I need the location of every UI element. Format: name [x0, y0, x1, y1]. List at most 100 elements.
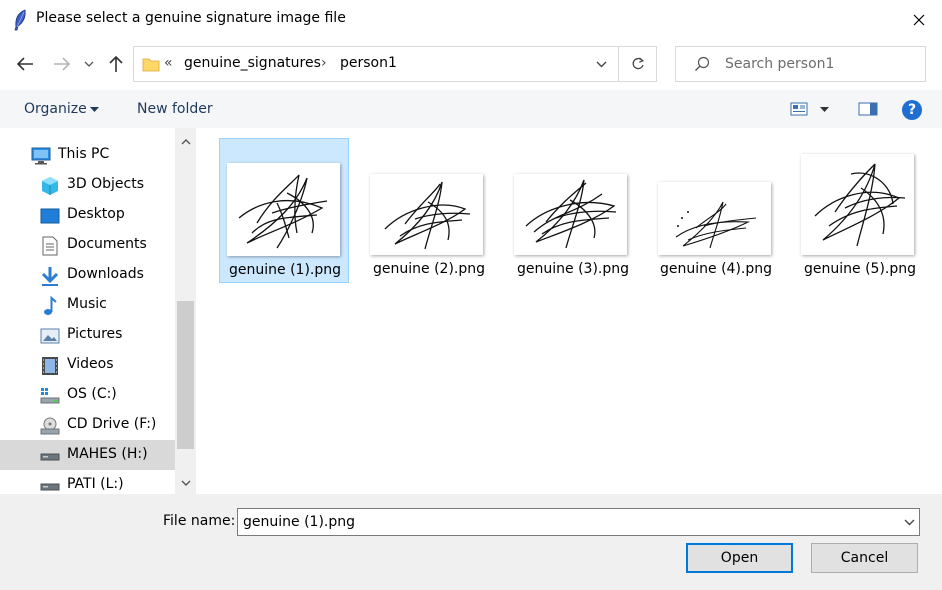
file-thumbnail	[227, 163, 340, 256]
help-button[interactable]: ?	[902, 100, 922, 120]
breadcrumb-person1[interactable]: person1	[340, 55, 397, 71]
back-arrow-icon	[16, 57, 33, 71]
sidebar-item-label: Downloads	[67, 266, 144, 282]
open-button[interactable]: Open	[686, 543, 793, 573]
sidebar-item-pati-drive[interactable]: PATI (L:)	[0, 470, 175, 494]
refresh-icon	[632, 57, 644, 70]
dropdown-arrow-icon	[90, 107, 99, 112]
address-bar[interactable]: « genuine_signatures › person1	[133, 46, 657, 82]
signature-image	[384, 181, 471, 250]
search-placeholder: Search person1	[725, 56, 835, 72]
scrollbar-thumb[interactable]	[177, 301, 194, 449]
chevron-down-icon	[904, 519, 914, 525]
help-icon: ?	[907, 102, 917, 118]
breadcrumb-separator[interactable]: ›	[321, 55, 327, 71]
music-icon	[40, 296, 60, 316]
file-item-genuine-5[interactable]: genuine (5).png	[795, 138, 925, 283]
file-item-genuine-3[interactable]: genuine (3).png	[508, 138, 638, 283]
up-arrow-icon	[109, 55, 123, 72]
sidebar-item-label: CD Drive (F:)	[67, 416, 157, 432]
chevron-down-icon	[84, 61, 94, 67]
chevron-down-icon	[181, 480, 190, 486]
navigation-scrollbar[interactable]	[175, 128, 196, 494]
documents-icon	[40, 236, 60, 256]
sidebar-item-label: Pictures	[67, 326, 123, 342]
file-item-genuine-1[interactable]: genuine (1).png	[219, 138, 349, 283]
forward-arrow-icon	[54, 57, 71, 71]
usb-drive-icon	[40, 446, 60, 466]
address-dropdown-button[interactable]	[586, 47, 616, 81]
sidebar-item-cd-drive[interactable]: CD Drive (F:)	[0, 410, 175, 440]
file-name-dropdown-button[interactable]	[898, 509, 920, 535]
signature-image	[675, 201, 757, 249]
sidebar-item-label: Videos	[67, 356, 114, 372]
sidebar-item-pictures[interactable]: Pictures	[0, 320, 175, 350]
sidebar-item-os-drive[interactable]: OS (C:)	[0, 380, 175, 410]
file-thumbnail	[801, 154, 914, 255]
forward-button[interactable]	[50, 52, 74, 76]
close-button[interactable]	[896, 0, 942, 40]
change-view-icon[interactable]	[790, 102, 808, 116]
sidebar-item-3d-objects[interactable]: 3D Objects	[0, 170, 175, 200]
breadcrumb-genuine-signatures[interactable]: genuine_signatures	[184, 55, 321, 71]
file-list: genuine (1).png genuine (2).png genuine …	[196, 128, 942, 494]
sidebar-item-label: Desktop	[67, 206, 125, 222]
sidebar-item-desktop[interactable]: Desktop	[0, 200, 175, 230]
close-icon	[913, 14, 925, 26]
cancel-button[interactable]: Cancel	[811, 543, 918, 573]
file-name: genuine (5).png	[804, 261, 916, 277]
preview-pane-icon[interactable]	[858, 102, 878, 116]
desktop-icon	[40, 206, 60, 226]
navigation-pane: This PC 3D Objects Desktop Documents Dow…	[0, 128, 196, 494]
file-thumbnail	[370, 174, 483, 255]
chevron-down-icon	[596, 61, 606, 67]
file-name: genuine (3).png	[517, 261, 629, 277]
file-thumbnail	[658, 182, 771, 255]
navigation-bar: « genuine_signatures › person1 Search pe…	[0, 40, 942, 90]
pictures-icon	[40, 326, 60, 346]
signature-image	[814, 163, 906, 247]
chevron-up-icon	[181, 139, 190, 145]
command-bar: Organize New folder ?	[0, 90, 942, 128]
folder-icon	[142, 58, 160, 72]
sidebar-item-label: OS (C:)	[67, 386, 117, 402]
sidebar-item-videos[interactable]: Videos	[0, 350, 175, 380]
search-box[interactable]: Search person1	[675, 46, 926, 82]
organize-button[interactable]: Organize	[24, 101, 87, 117]
up-button[interactable]	[104, 52, 128, 76]
sidebar-item-this-pc[interactable]: This PC	[0, 140, 175, 170]
back-button[interactable]	[13, 52, 37, 76]
sidebar-item-label: This PC	[58, 146, 110, 162]
file-name: genuine (1).png	[229, 262, 341, 278]
file-name: genuine (4).png	[660, 261, 772, 277]
refresh-button[interactable]	[618, 47, 656, 81]
file-item-genuine-2[interactable]: genuine (2).png	[364, 138, 494, 283]
cancel-button-label: Cancel	[840, 550, 889, 566]
downloads-icon	[40, 266, 60, 286]
search-icon	[695, 56, 710, 71]
file-item-genuine-4[interactable]: genuine (4).png	[651, 138, 781, 283]
signature-image	[238, 174, 328, 249]
recent-locations-button[interactable]	[81, 52, 97, 76]
computer-icon	[31, 146, 51, 166]
sidebar-item-label: PATI (L:)	[67, 476, 124, 492]
sidebar-item-mahes-drive[interactable]: MAHES (H:)	[0, 440, 175, 470]
3d-objects-icon	[40, 176, 60, 196]
sidebar-item-documents[interactable]: Documents	[0, 230, 175, 260]
cd-drive-icon	[40, 416, 60, 436]
videos-icon	[40, 356, 60, 376]
sidebar-item-label: Documents	[67, 236, 147, 252]
dialog-footer: File name: genuine (1).png Open Cancel	[0, 494, 942, 590]
scroll-up-button[interactable]	[175, 130, 196, 154]
new-folder-button[interactable]: New folder	[137, 101, 213, 117]
usb-drive-icon	[40, 476, 60, 494]
open-button-label: Open	[720, 550, 759, 566]
breadcrumb-overflow[interactable]: «	[164, 55, 173, 71]
view-options-dropdown-icon[interactable]	[820, 107, 829, 112]
sidebar-item-downloads[interactable]: Downloads	[0, 260, 175, 290]
scroll-down-button[interactable]	[175, 474, 196, 492]
file-name: genuine (2).png	[373, 261, 485, 277]
file-name-input[interactable]: genuine (1).png	[237, 508, 920, 536]
file-name-value[interactable]: genuine (1).png	[243, 514, 355, 530]
sidebar-item-music[interactable]: Music	[0, 290, 175, 320]
